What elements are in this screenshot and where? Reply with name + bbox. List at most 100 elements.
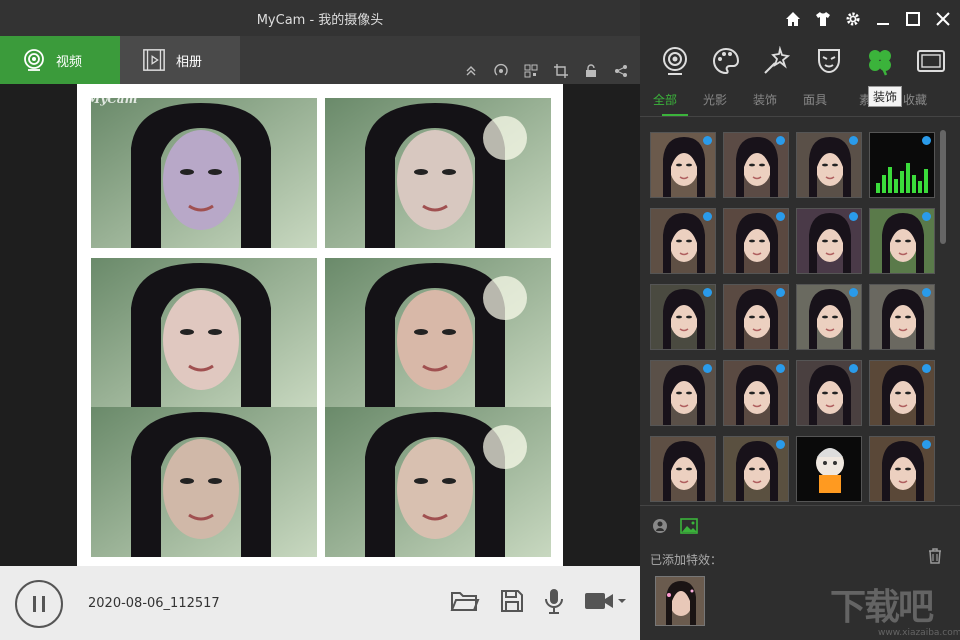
skin-icon[interactable] — [814, 10, 832, 28]
subtab-mask[interactable]: 面具 — [790, 90, 840, 116]
brand-url: www.xiazaiba.com — [878, 628, 960, 638]
preview-toolbar — [456, 62, 636, 80]
webcam-category-icon[interactable] — [658, 44, 692, 78]
favorite-dot — [922, 364, 931, 373]
microphone-icon[interactable] — [544, 588, 564, 614]
camera-preview[interactable]: MyCam — [0, 84, 640, 566]
effect-thumbnail[interactable] — [723, 208, 789, 274]
face-effect-cat — [91, 98, 317, 248]
mycam-watermark: MyCam — [87, 92, 138, 106]
effect-thumbnail[interactable] — [650, 360, 716, 426]
favorite-dot — [849, 288, 858, 297]
favorite-dot — [922, 288, 931, 297]
trash-icon[interactable] — [928, 548, 942, 568]
effect-thumbnail[interactable] — [723, 360, 789, 426]
tab-album[interactable]: 相册 — [120, 36, 240, 84]
qr-code-icon[interactable] — [516, 62, 546, 80]
tab-album-label: 相册 — [176, 54, 203, 70]
clover-category-icon[interactable] — [863, 44, 897, 78]
favorite-dot — [776, 288, 785, 297]
face-mode-icon[interactable] — [652, 518, 668, 538]
effect-thumbnail[interactable] — [723, 132, 789, 198]
face-effect-glow — [325, 258, 551, 408]
minimize-icon[interactable] — [874, 10, 892, 28]
added-effects-label: 已添加特效： — [650, 553, 723, 567]
favorite-dot — [922, 212, 931, 221]
video-camera-icon[interactable] — [584, 590, 628, 612]
film-icon — [142, 48, 166, 72]
save-icon[interactable] — [500, 589, 524, 613]
favorite-dot — [922, 136, 931, 145]
title-bar[interactable]: MyCam - 我的摄像头 — [0, 0, 640, 36]
added-effect-thumbnail[interactable] — [655, 576, 705, 626]
tab-video[interactable]: 视频 — [0, 36, 120, 84]
folder-open-icon[interactable] — [450, 589, 480, 613]
subtab-decor[interactable]: 装饰 — [740, 90, 790, 116]
collapse-up-icon[interactable] — [456, 62, 486, 80]
window-controls — [784, 10, 952, 28]
mask-category-icon[interactable] — [812, 44, 846, 78]
effect-thumbnail[interactable] — [796, 360, 862, 426]
pause-icon — [33, 596, 45, 612]
effect-thumbnail[interactable] — [869, 436, 935, 502]
effect-thumbnail[interactable] — [869, 132, 935, 198]
favorite-dot — [849, 136, 858, 145]
favorite-dot — [703, 364, 712, 373]
recording-timestamp: 2020-08-06_112517 — [88, 596, 220, 611]
favorite-dot — [849, 212, 858, 221]
main-pane: MyCam - 我的摄像头 视频 相册 MyCam 2020-08-06_112… — [0, 0, 640, 640]
home-icon[interactable] — [784, 10, 802, 28]
favorite-dot — [703, 212, 712, 221]
favorite-dot — [776, 212, 785, 221]
subtab-all[interactable]: 全部 — [640, 90, 690, 116]
effect-thumbnail[interactable] — [796, 208, 862, 274]
settings-icon[interactable] — [844, 10, 862, 28]
effects-scrollbar[interactable] — [940, 130, 946, 244]
mode-icons — [652, 518, 698, 538]
mycam-window: MyCam - 我的摄像头 视频 相册 MyCam 2020-08-06_112… — [0, 0, 960, 640]
unlock-icon[interactable] — [576, 62, 606, 80]
face-effect-sparkle — [325, 98, 551, 248]
effect-thumbnail[interactable] — [650, 284, 716, 350]
magic-wand-category-icon[interactable] — [760, 44, 794, 78]
favorite-dot — [776, 364, 785, 373]
effect-thumbnail[interactable] — [869, 360, 935, 426]
palette-category-icon[interactable] — [709, 44, 743, 78]
favorite-dot — [703, 288, 712, 297]
favorite-dot — [849, 364, 858, 373]
window-title: MyCam - 我的摄像头 — [256, 13, 384, 28]
favorite-dot — [776, 136, 785, 145]
effect-thumbnail[interactable] — [650, 132, 716, 198]
tab-video-label: 视频 — [56, 54, 83, 70]
effect-thumbnail[interactable] — [650, 436, 716, 502]
face-effect-swap — [91, 407, 317, 557]
effect-thumbnail[interactable] — [650, 208, 716, 274]
divider — [640, 116, 960, 117]
brand-watermark: 下载吧 — [830, 587, 934, 628]
control-icons — [450, 588, 628, 614]
face-effect-stars — [325, 407, 551, 557]
crop-icon[interactable] — [546, 62, 576, 80]
effect-thumbnail[interactable] — [869, 284, 935, 350]
effect-thumbnail[interactable] — [723, 284, 789, 350]
favorite-dot — [703, 136, 712, 145]
effect-thumbnail[interactable] — [869, 208, 935, 274]
subtab-light[interactable]: 光影 — [690, 90, 740, 116]
effect-thumbnail[interactable] — [796, 284, 862, 350]
broadcast-icon[interactable] — [486, 62, 516, 80]
effect-thumbnail[interactable] — [796, 436, 862, 502]
effect-categories — [658, 44, 948, 78]
preview-canvas: MyCam — [77, 84, 563, 566]
webcam-icon — [22, 48, 46, 72]
pause-button[interactable] — [15, 580, 63, 628]
close-icon[interactable] — [934, 10, 952, 28]
control-bar: 2020-08-06_112517 — [0, 566, 640, 640]
effect-thumbnail[interactable] — [796, 132, 862, 198]
face-effect-makeup — [91, 258, 317, 408]
favorite-dot — [922, 440, 931, 449]
frame-category-icon[interactable] — [914, 44, 948, 78]
image-mode-icon[interactable] — [680, 518, 698, 538]
effect-thumbnail[interactable] — [723, 436, 789, 502]
share-icon[interactable] — [606, 62, 636, 80]
maximize-icon[interactable] — [904, 10, 922, 28]
